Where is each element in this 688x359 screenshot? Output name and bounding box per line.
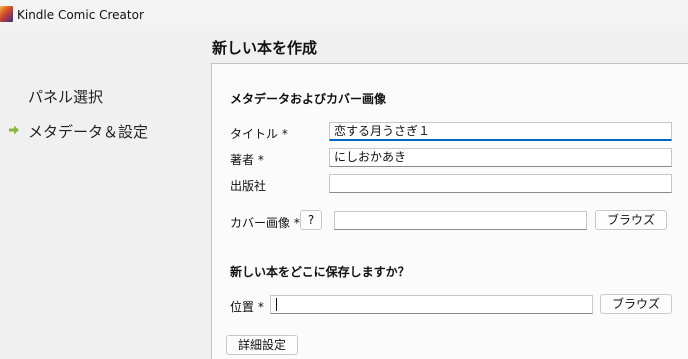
advanced-settings-button[interactable]: 詳細設定 — [226, 335, 298, 355]
author-label: 著者 * — [230, 153, 264, 167]
cover-browse-button[interactable]: ブラウズ — [595, 210, 667, 230]
location-browse-button[interactable]: ブラウズ — [600, 294, 672, 314]
settings-panel: メタデータおよびカバー画像 タイトル * 恋する月うさぎ１ 著者 * にしおかあ… — [211, 63, 688, 359]
text-caret — [276, 298, 277, 311]
window-title: Kindle Comic Creator — [17, 8, 144, 22]
arrow-right-icon — [9, 125, 19, 135]
window-title-bar: Kindle Comic Creator — [0, 0, 688, 31]
author-input[interactable]: にしおかあき — [329, 148, 672, 167]
cover-image-input[interactable] — [334, 211, 587, 230]
title-input[interactable]: 恋する月うさぎ１ — [329, 122, 672, 141]
cover-image-label: カバー画像 * — [230, 216, 300, 230]
cover-help-button[interactable]: ? — [300, 210, 322, 230]
save-section-title: 新しい本をどこに保存しますか？ — [230, 265, 410, 279]
title-label: タイトル * — [230, 127, 288, 141]
kindle-comic-creator-app-icon — [0, 6, 13, 22]
location-input[interactable] — [270, 295, 593, 314]
page-title: 新しい本を作成 — [212, 39, 318, 57]
publisher-input[interactable] — [329, 174, 672, 193]
metadata-section-title: メタデータおよびカバー画像 — [230, 92, 387, 106]
sidebar-item-metadata-settings[interactable]: メタデータ＆設定 — [28, 121, 148, 142]
sidebar-item-panel-selection[interactable]: パネル選択 — [28, 86, 103, 107]
location-label: 位置 * — [230, 300, 264, 314]
publisher-label: 出版社 — [230, 179, 267, 193]
